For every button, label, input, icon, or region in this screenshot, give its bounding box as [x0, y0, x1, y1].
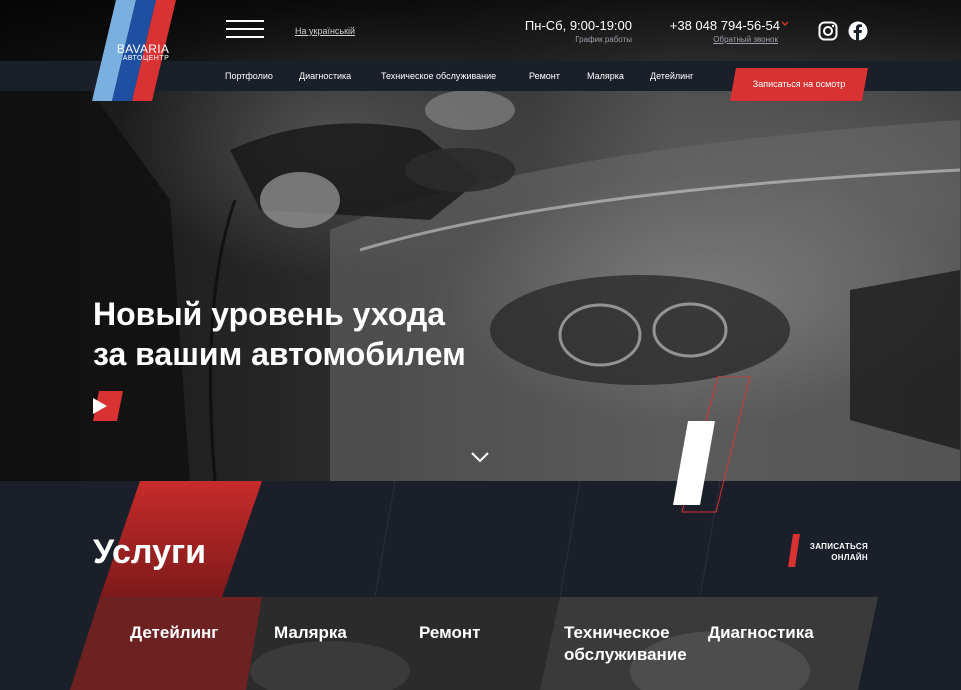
- service-maintenance-line2: обслуживание: [564, 645, 687, 664]
- service-repair[interactable]: Ремонт: [419, 622, 480, 644]
- hero-title-line1: Новый уровень ухода: [93, 296, 446, 332]
- service-painting[interactable]: Малярка: [274, 622, 347, 644]
- book-online-line1: ЗАПИСАТЬСЯ: [809, 542, 868, 551]
- working-hours: Пн-Сб, 9:00-19:00: [524, 18, 632, 33]
- book-online-label[interactable]: ЗАПИСАТЬСЯ ОНЛАЙН: [800, 541, 868, 563]
- phone-number[interactable]: +38 048 794-56-54: [656, 18, 780, 33]
- language-switch-link[interactable]: На українській: [295, 26, 355, 36]
- decorative-stripes: [673, 376, 751, 513]
- working-hours-label: График работы: [575, 35, 632, 44]
- play-video-button[interactable]: [93, 391, 123, 421]
- nav-item-diagnostics[interactable]: Диагностика: [299, 71, 351, 81]
- brand-subtitle: АВТОЦЕНТР: [122, 55, 170, 62]
- book-inspection-label: Записаться на осмотр: [752, 79, 846, 89]
- chevron-down-icon[interactable]: [781, 20, 789, 28]
- nav-item-painting[interactable]: Малярка: [587, 71, 624, 81]
- service-maintenance-line1: Техническое: [564, 623, 670, 642]
- nav-item-portfolio[interactable]: Портфолио: [225, 71, 273, 81]
- service-diagnostics[interactable]: Диагностика: [708, 622, 814, 644]
- nav-item-maintenance[interactable]: Техническое обслуживание: [381, 71, 496, 81]
- services-title: Услуги: [93, 533, 207, 571]
- hero-title-line2: за вашим автомобилем: [93, 336, 466, 372]
- scroll-down-icon[interactable]: [469, 450, 491, 464]
- callback-link[interactable]: Обратный звонок: [700, 35, 778, 44]
- service-detailing[interactable]: Детейлинг: [130, 622, 218, 644]
- services-background: [70, 481, 878, 690]
- nav-item-repair[interactable]: Ремонт: [529, 71, 560, 81]
- hero-title: Новый уровень ухода за вашим автомобилем: [93, 294, 573, 374]
- instagram-icon[interactable]: [818, 21, 838, 41]
- facebook-icon[interactable]: [848, 21, 868, 41]
- brand-name: BAVARIA: [116, 42, 170, 56]
- services-section: [0, 481, 961, 690]
- service-maintenance[interactable]: Техническое обслуживание: [564, 622, 687, 666]
- menu-burger-button[interactable]: [226, 20, 264, 40]
- book-online-line2: ОНЛАЙН: [831, 553, 868, 562]
- nav-item-detailing[interactable]: Детейлинг: [650, 71, 693, 81]
